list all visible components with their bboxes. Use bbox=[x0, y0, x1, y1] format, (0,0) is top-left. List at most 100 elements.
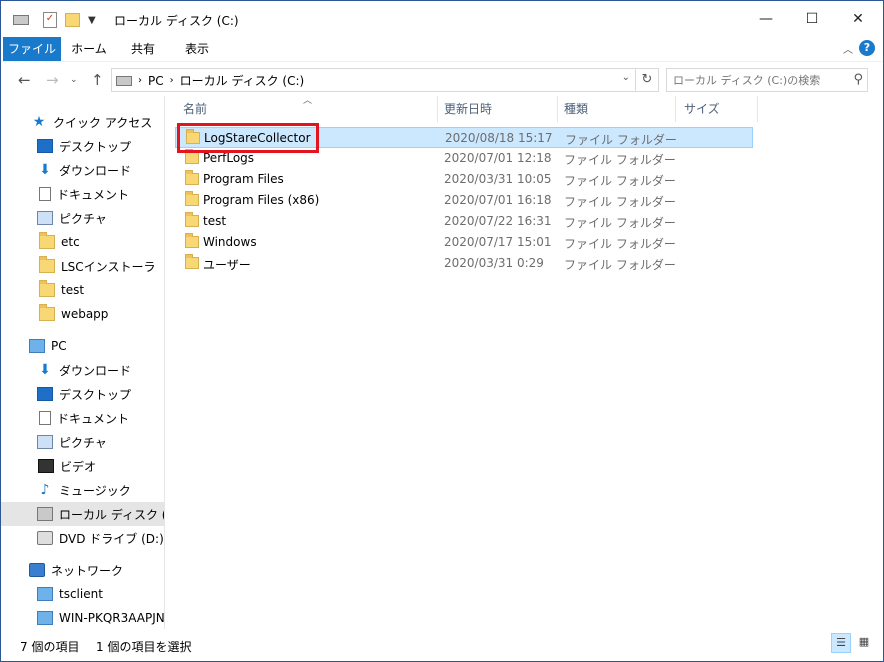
search-input[interactable] bbox=[671, 71, 845, 89]
navigation-pane[interactable]: ★ クイック アクセス デスクトップ 📌 ⬇ ダウンロード 📌 ドキュメント 📌… bbox=[1, 96, 165, 629]
file-name: ユーザー bbox=[203, 258, 251, 272]
nav-network[interactable]: ネットワーク bbox=[1, 558, 164, 582]
tab-view[interactable]: 表示 bbox=[173, 37, 221, 61]
file-row-program-files[interactable]: Program Files 2020/03/31 10:05 ファイル フォルダ… bbox=[175, 169, 753, 190]
window-title: ローカル ディスク (C:) bbox=[114, 14, 239, 28]
tab-file[interactable]: ファイル bbox=[3, 37, 61, 61]
nav-pc[interactable]: PC bbox=[1, 334, 164, 358]
column-divider[interactable] bbox=[757, 96, 758, 122]
close-button[interactable]: ✕ bbox=[835, 1, 881, 37]
address-dropdown-icon[interactable]: ⌄ bbox=[622, 72, 630, 83]
file-modified: 2020/07/17 15:01 bbox=[444, 235, 552, 249]
file-name: PerfLogs bbox=[203, 151, 255, 165]
nav-pc-dvd-drive[interactable]: DVD ドライブ (D:) SSS bbox=[1, 526, 164, 550]
file-name: Windows bbox=[203, 235, 257, 249]
refresh-icon[interactable]: ↻ bbox=[635, 69, 658, 91]
folder-icon bbox=[39, 232, 55, 249]
file-modified: 2020/03/31 0:29 bbox=[444, 256, 544, 270]
nav-quick-webapp[interactable]: webapp bbox=[1, 302, 164, 326]
breadcrumb-pc[interactable]: PC bbox=[148, 74, 164, 88]
folder-icon bbox=[185, 170, 199, 185]
search-box[interactable]: ⚲ bbox=[666, 68, 868, 92]
folder-icon bbox=[185, 233, 199, 248]
nav-quick-pictures[interactable]: ピクチャ 📌 bbox=[1, 206, 164, 230]
file-list[interactable]: ︿ 名前 更新日時 種類 サイズ LogStareCollector 2020/… bbox=[165, 96, 883, 629]
file-modified: 2020/07/01 16:18 bbox=[444, 193, 552, 207]
breadcrumb-separator-icon[interactable]: › bbox=[138, 75, 142, 86]
dvd-drive-icon bbox=[37, 531, 53, 545]
quick-access-toolbar: ✓ ▼ bbox=[13, 11, 96, 29]
file-row-test[interactable]: test 2020/07/22 16:31 ファイル フォルダー bbox=[175, 211, 753, 232]
large-icons-view-icon[interactable]: ▦ bbox=[854, 633, 874, 653]
folder-icon bbox=[185, 212, 199, 227]
file-type: ファイル フォルダー bbox=[564, 237, 676, 251]
address-bar[interactable]: › PC › ローカル ディスク (C:) ⌄ ↻ bbox=[111, 68, 659, 92]
nav-quick-etc[interactable]: etc bbox=[1, 230, 164, 254]
nav-pc-music[interactable]: ♪ ミュージック bbox=[1, 478, 164, 502]
customize-toolbar-icon[interactable]: ▼ bbox=[88, 15, 96, 26]
file-row-program-files-x86[interactable]: Program Files (x86) 2020/07/01 16:18 ファイ… bbox=[175, 190, 753, 211]
column-divider[interactable] bbox=[557, 96, 558, 122]
music-icon: ♪ bbox=[40, 482, 50, 498]
forward-arrow-icon[interactable]: → bbox=[46, 71, 59, 89]
pc-icon bbox=[29, 339, 45, 353]
local-disk-icon bbox=[37, 507, 53, 521]
computer-icon bbox=[37, 611, 53, 625]
tab-home[interactable]: ホーム bbox=[65, 37, 113, 61]
properties-icon[interactable]: ✓ bbox=[43, 12, 57, 28]
search-icon[interactable]: ⚲ bbox=[853, 72, 863, 87]
file-type: ファイル フォルダー bbox=[565, 133, 677, 147]
column-header-size[interactable]: サイズ bbox=[684, 96, 756, 122]
minimize-button[interactable]: — bbox=[743, 1, 789, 37]
ribbon-tabs: ファイル ホーム 共有 表示 ︿ ? bbox=[1, 37, 883, 61]
folder-icon bbox=[39, 304, 55, 321]
desktop-icon bbox=[37, 387, 53, 401]
help-icon[interactable]: ? bbox=[859, 40, 875, 56]
column-divider[interactable] bbox=[675, 96, 676, 122]
highlight-box bbox=[177, 123, 319, 153]
breadcrumb-separator-icon[interactable]: › bbox=[170, 75, 174, 86]
breadcrumb-local-disk[interactable]: ローカル ディスク (C:) bbox=[180, 72, 305, 89]
recent-locations-icon[interactable]: ⌄ bbox=[70, 75, 78, 85]
status-bar: 7 個の項目 1 個の項目を選択 ☰ ▦ bbox=[1, 629, 883, 661]
back-arrow-icon[interactable]: ← bbox=[18, 71, 31, 89]
nav-pc-documents[interactable]: ドキュメント bbox=[1, 406, 164, 430]
star-icon: ★ bbox=[32, 114, 46, 130]
column-header-name[interactable]: 名前 bbox=[183, 96, 435, 122]
nav-pc-desktop[interactable]: デスクトップ bbox=[1, 382, 164, 406]
nav-pc-download[interactable]: ⬇ ダウンロード bbox=[1, 358, 164, 382]
file-name: Program Files (x86) bbox=[203, 193, 320, 207]
nav-quick-download[interactable]: ⬇ ダウンロード 📌 bbox=[1, 158, 164, 182]
nav-network-win-host[interactable]: WIN-PKQR3AAPJNG bbox=[1, 606, 164, 629]
nav-quick-lsc-installer[interactable]: LSCインストーラ bbox=[1, 254, 164, 278]
file-row-windows[interactable]: Windows 2020/07/17 15:01 ファイル フォルダー bbox=[175, 232, 753, 253]
file-modified: 2020/07/01 12:18 bbox=[444, 151, 552, 165]
download-icon: ⬇ bbox=[39, 362, 51, 378]
computer-icon bbox=[37, 587, 53, 601]
nav-quick-test[interactable]: test bbox=[1, 278, 164, 302]
nav-quick-documents[interactable]: ドキュメント 📌 bbox=[1, 182, 164, 206]
chevron-down-icon[interactable]: ︿ bbox=[843, 41, 853, 56]
file-type: ファイル フォルダー bbox=[564, 174, 676, 188]
column-divider[interactable] bbox=[437, 96, 438, 122]
column-header-modified[interactable]: 更新日時 bbox=[444, 96, 556, 122]
nav-pc-pictures[interactable]: ピクチャ bbox=[1, 430, 164, 454]
nav-quick-desktop[interactable]: デスクトップ 📌 bbox=[1, 134, 164, 158]
drive-icon bbox=[13, 15, 29, 25]
status-item-count: 7 個の項目 bbox=[20, 640, 80, 654]
nav-pc-local-disk[interactable]: ローカル ディスク (C:) bbox=[1, 502, 164, 526]
file-row-users[interactable]: ユーザー 2020/03/31 0:29 ファイル フォルダー bbox=[175, 253, 753, 274]
pictures-icon bbox=[37, 435, 53, 449]
nav-pc-videos[interactable]: ビデオ bbox=[1, 454, 164, 478]
details-view-icon[interactable]: ☰ bbox=[831, 633, 851, 653]
drive-small-icon bbox=[116, 75, 132, 86]
file-modified: 2020/07/22 16:31 bbox=[444, 214, 552, 228]
maximize-button[interactable]: ☐ bbox=[789, 1, 835, 37]
tab-share[interactable]: 共有 bbox=[119, 37, 167, 61]
nav-quick-access[interactable]: ★ クイック アクセス bbox=[1, 110, 164, 134]
column-header-type[interactable]: 種類 bbox=[564, 96, 674, 122]
file-type: ファイル フォルダー bbox=[564, 195, 676, 209]
up-arrow-icon[interactable]: ↑ bbox=[91, 71, 104, 89]
nav-network-tsclient[interactable]: tsclient bbox=[1, 582, 164, 606]
new-folder-icon[interactable] bbox=[65, 13, 80, 27]
